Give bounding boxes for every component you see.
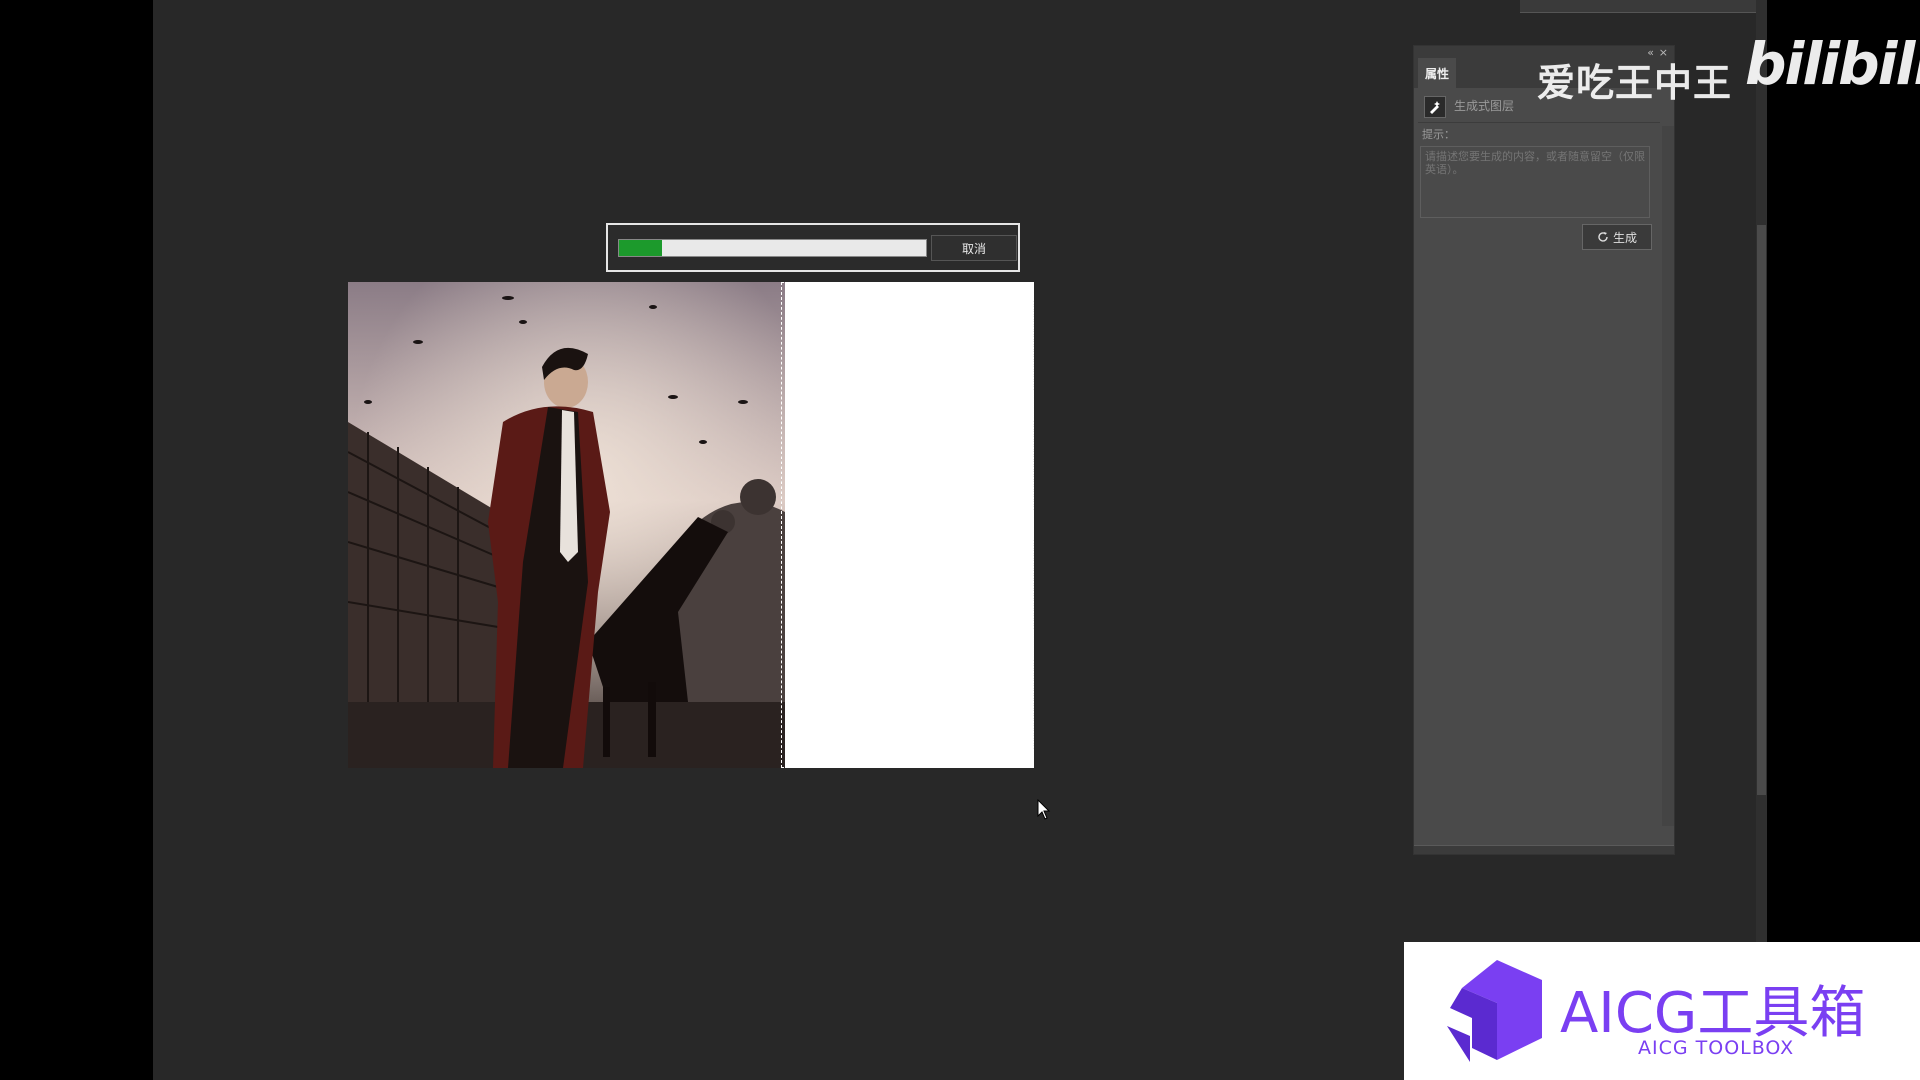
generate-button-label: 生成	[1612, 230, 1637, 245]
selection-marquee	[781, 282, 1034, 768]
channel-watermark: 爱吃王中王	[1537, 61, 1733, 105]
bilibili-logo: bilibili	[1745, 30, 1920, 98]
generation-progress-dialog: 取消	[606, 223, 1020, 272]
top-toolbar-strip	[1520, 0, 1766, 13]
aicg-toolbox-banner: AICG工具箱 AICG TOOLBOX	[1404, 942, 1920, 1080]
prompt-input[interactable]	[1420, 146, 1650, 218]
progress-bar	[618, 239, 927, 257]
refresh-icon	[1598, 232, 1608, 242]
mouse-cursor-icon	[1037, 799, 1051, 820]
aicg-cube-logo-icon	[1447, 960, 1542, 1062]
panel-scrollbar[interactable]	[1662, 126, 1674, 826]
left-black-bar	[0, 0, 153, 1080]
document-canvas[interactable]	[348, 282, 1034, 768]
generate-button[interactable]: 生成	[1582, 224, 1652, 250]
progress-bar-fill	[619, 240, 662, 256]
photo-image	[348, 282, 785, 768]
generative-layer-icon	[1424, 96, 1446, 118]
aicg-subtitle: AICG TOOLBOX	[1638, 1037, 1795, 1059]
workspace-scrollbar-thumb[interactable]	[1757, 225, 1766, 795]
right-black-bar	[1767, 0, 1920, 1080]
panel-divider	[1418, 122, 1660, 123]
layer-type-label: 生成式图层	[1454, 99, 1515, 113]
properties-panel: 属性 « × 生成式图层 提示： 生成	[1413, 45, 1675, 855]
tab-properties[interactable]: 属性	[1418, 58, 1456, 88]
prompt-label: 提示：	[1422, 128, 1455, 141]
panel-footer	[1414, 845, 1674, 854]
cancel-button[interactable]: 取消	[931, 235, 1017, 261]
